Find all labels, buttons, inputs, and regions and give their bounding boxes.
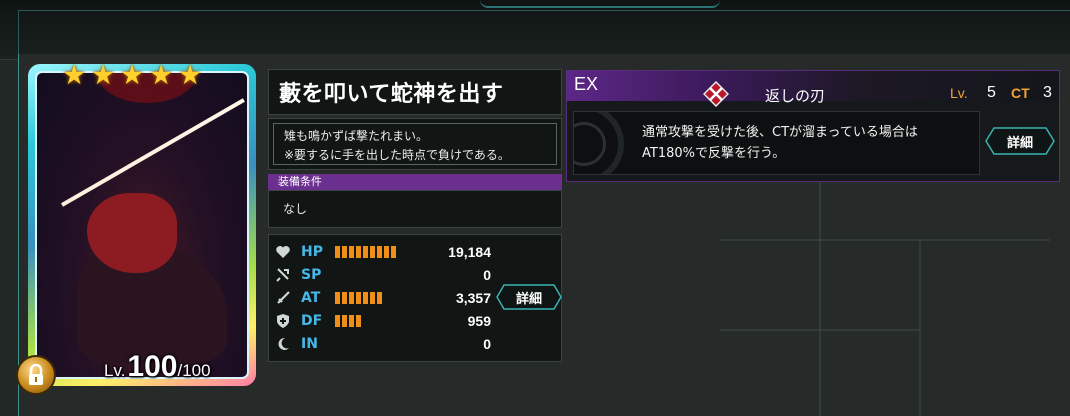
star-icon: ★ — [149, 60, 174, 91]
background-decoration — [720, 180, 1050, 416]
condition-value: なし — [268, 190, 562, 228]
stat-row-in: IN 0 — [269, 333, 499, 355]
character-card[interactable] — [28, 64, 256, 386]
crossed-swords-icon — [703, 81, 729, 107]
ex-skill-description-box: 通常攻撃を受けた後、CTが溜まっている場合は AT180%で反撃を行う。 — [573, 111, 980, 175]
ex-ct-value: 3 — [1043, 84, 1052, 101]
ex-skill-description: 通常攻撃を受けた後、CTが溜まっている場合は AT180%で反撃を行う。 — [642, 122, 918, 164]
stat-bar — [335, 315, 425, 327]
ex-ct-label: CT — [1011, 85, 1030, 101]
stat-bar — [335, 292, 425, 304]
equipment-name: 藪を叩いて蛇神を出す — [279, 82, 504, 107]
sword-icon — [277, 291, 290, 304]
sp-icon — [276, 268, 289, 282]
ex-skill-panel: EX 返しの刃 Lv. 5 CT 3 通常攻撃を受けた後、CTが溜まっている場合… — [566, 70, 1060, 182]
card-blade — [61, 98, 245, 207]
stat-name: AT — [301, 290, 321, 306]
ex-skill-name: 返しの刃 — [765, 87, 826, 105]
stat-value: 959 — [467, 313, 491, 329]
ex-skill-detail-button[interactable]: 詳細 — [985, 127, 1055, 155]
star-icon: ★ — [120, 60, 145, 91]
stat-row-df: DF 959 — [269, 310, 499, 332]
top-frame — [0, 0, 1070, 60]
top-ornament — [480, 0, 720, 8]
stat-value: 0 — [483, 336, 491, 352]
card-figure-hair — [87, 193, 177, 273]
ex-level-value: 5 — [987, 84, 996, 101]
flavor-line-2: ※要するに手を出した時点で負けである。 — [284, 148, 510, 162]
stat-value: 19,184 — [448, 244, 491, 260]
condition-header: 装備条件 — [268, 174, 562, 190]
frame-rule — [18, 10, 1070, 54]
level-max: /100 — [177, 361, 211, 380]
equipment-title-box: 藪を叩いて蛇神を出す — [268, 69, 562, 115]
stat-row-at: AT 3,357 — [269, 287, 499, 309]
ex-desc-line-2: AT180%で反撃を行う。 — [642, 146, 786, 161]
moon-icon — [278, 337, 289, 350]
flavor-text: 雉も鳴かずば撃たれまい。 ※要するに手を出した時点で負けである。 — [273, 123, 557, 165]
flavor-box: 雉も鳴かずば撃たれまい。 ※要するに手を出した時点で負けである。 — [268, 118, 562, 170]
star-icon: ★ — [91, 60, 116, 91]
ex-skill-detail-label: 詳細 — [1006, 135, 1033, 151]
stat-name: DF — [301, 313, 323, 329]
star-icon: ★ — [62, 60, 87, 91]
stats-detail-label: 詳細 — [515, 291, 542, 307]
flavor-line-1: 雉も鳴かずば撃たれまい。 — [284, 129, 429, 143]
stat-value: 0 — [483, 267, 491, 283]
stat-name: SP — [301, 267, 322, 283]
ex-tag: EX — [574, 74, 599, 94]
card-art — [35, 71, 249, 379]
ex-level-label: Lv. — [950, 85, 968, 101]
stat-name: IN — [301, 336, 318, 352]
card-level: Lv. 100 /100 — [104, 350, 211, 390]
level-label: Lv. — [104, 361, 126, 380]
ex-desc-line-1: 通常攻撃を受けた後、CTが溜まっている場合は — [642, 125, 918, 140]
level-value: 100 — [127, 350, 178, 383]
stats-detail-button[interactable]: 詳細 — [496, 284, 562, 310]
lock-icon — [29, 364, 43, 385]
star-icon: ★ — [178, 60, 203, 91]
stat-name: HP — [301, 244, 323, 260]
lock-button[interactable] — [16, 355, 56, 395]
heart-icon — [276, 246, 290, 258]
shield-icon — [277, 314, 289, 328]
stat-row-hp: HP 19,184 — [269, 241, 499, 263]
rarity-stars: ★ ★ ★ ★ ★ — [62, 62, 205, 92]
stat-value: 3,357 — [455, 290, 491, 306]
stat-row-sp: SP 0 — [269, 264, 499, 286]
stat-bar — [335, 246, 425, 258]
